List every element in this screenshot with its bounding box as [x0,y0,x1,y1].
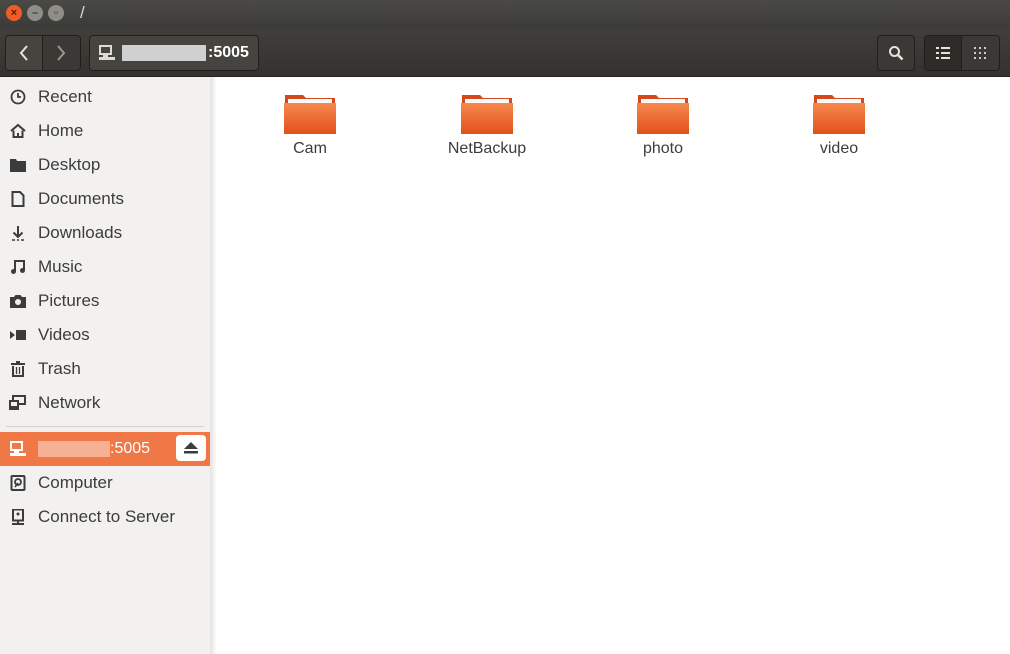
location-path-button[interactable]: :5005 [89,35,259,71]
computer-icon [0,475,36,491]
list-view-button[interactable] [925,36,962,70]
location-label: :5005 [208,44,249,61]
minimize-window-button[interactable]: – [27,5,43,21]
sidebar-item-downloads[interactable]: Downloads [0,216,210,250]
places-sidebar: Recent Home Desktop Documents Downloads [0,77,211,654]
folder-icon [284,95,336,134]
clock-icon [0,89,36,105]
sidebar-item-label: Connect to Server [38,507,176,526]
server-icon [0,509,36,525]
sidebar-item-label: Home [38,121,84,140]
list-view-icon [936,47,950,59]
download-icon [0,225,36,241]
sidebar-item-recent[interactable]: Recent [0,80,210,114]
close-window-button[interactable]: × [6,5,22,21]
sidebar-item-videos[interactable]: Videos [0,318,210,352]
sidebar-item-label: Pictures [38,291,100,310]
sidebar-item-label: Network [38,393,101,412]
folder-name: Cam [293,140,327,157]
redacted-host [122,45,206,61]
folder-icon [0,158,36,172]
document-icon [0,191,36,207]
sidebar-item-label: Downloads [38,223,123,242]
navigation-group [5,35,81,71]
folder-name: NetBackup [447,140,527,157]
trash-icon [0,361,36,377]
search-icon [889,46,904,61]
back-button[interactable] [6,36,43,70]
window-title: / [80,3,85,22]
sidebar-item-label: Trash [38,359,81,378]
sidebar-item-connect-to-server[interactable]: Connect to Server [0,500,210,534]
grid-view-button[interactable] [962,36,998,70]
folder-item[interactable]: Cam [250,92,370,158]
sidebar-item-home[interactable]: Home [0,114,210,148]
sidebar-item-documents[interactable]: Documents [0,182,210,216]
sidebar-item-label: :5005 [110,440,151,457]
folder-item[interactable]: video [779,92,899,158]
sidebar-item-desktop[interactable]: Desktop [0,148,210,182]
sidebar-edge [210,77,217,654]
redacted-host [38,441,110,457]
folder-icon [813,95,865,134]
maximize-window-button[interactable]: ▫ [48,5,64,21]
folder-name: video [819,140,859,157]
sidebar-item-label: Desktop [38,155,101,174]
sidebar-item-music[interactable]: Music [0,250,210,284]
folder-name: photo [642,140,684,157]
sidebar-item-network-drive[interactable]: :5005 [0,432,210,466]
music-icon [0,259,36,275]
search-button[interactable] [877,35,915,71]
network-icon [0,395,36,411]
file-manager-window: × – ▫ / :5005 Recent Home Desktop Docume… [0,0,1010,654]
chevron-right-icon [57,45,66,61]
sidebar-item-label: Music [38,257,83,276]
sidebar-item-network[interactable]: Network [0,386,210,420]
eject-button[interactable] [176,435,206,461]
sidebar-item-pictures[interactable]: Pictures [0,284,210,318]
chevron-left-icon [19,45,28,61]
sidebar-item-label: Videos [38,325,90,344]
forward-button[interactable] [43,36,79,70]
view-mode-group [924,35,1000,71]
camera-icon [0,294,36,308]
folder-item[interactable]: NetBackup [427,92,547,158]
sidebar-item-label: Recent [38,87,92,106]
eject-icon [184,442,198,454]
folder-icon [461,95,513,134]
sidebar-divider [6,426,204,427]
header-bar: :5005 [0,28,1010,77]
folder-item[interactable]: photo [603,92,723,158]
sidebar-item-trash[interactable]: Trash [0,352,210,386]
grid-view-icon [974,47,986,59]
network-drive-icon [0,440,36,458]
title-bar: × – ▫ / [0,0,1010,28]
home-icon [0,123,36,139]
sidebar-item-label: Documents [38,189,124,208]
sidebar-item-computer[interactable]: Computer [0,466,210,500]
folder-icon [637,95,689,134]
video-icon [0,329,36,341]
network-drive-icon [99,45,115,60]
sidebar-item-label: Computer [38,473,113,492]
